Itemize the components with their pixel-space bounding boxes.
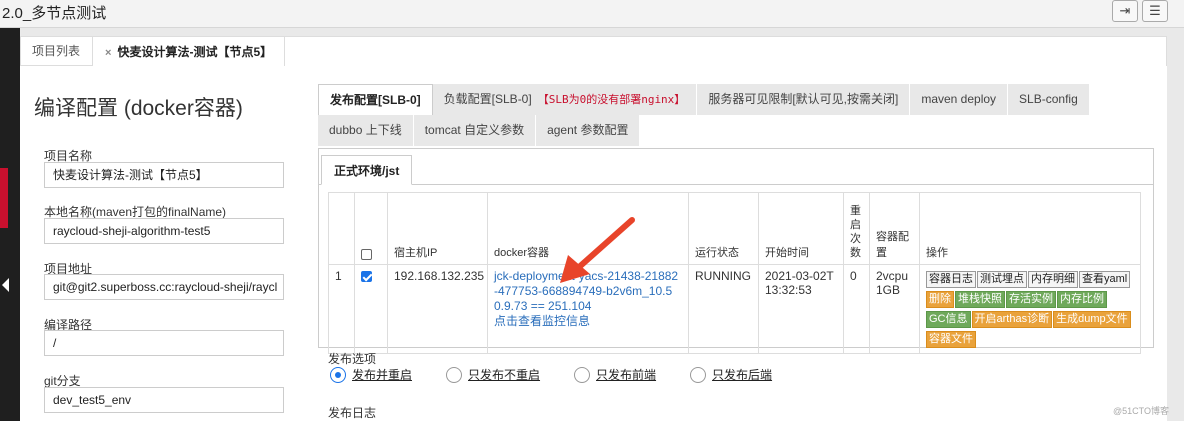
header-host-ip: 宿主机IP: [387, 192, 488, 265]
select-all-checkbox[interactable]: [361, 248, 372, 260]
header-docker: docker容器: [487, 192, 689, 265]
tab-env-jst[interactable]: 正式环境/jst: [321, 155, 413, 185]
container-log-button[interactable]: 容器日志: [926, 271, 976, 288]
config-tabs-row1: 发布配置[SLB-0] 负载配置[SLB-0] 【SLB为0的没有部署nginx】…: [318, 84, 1090, 115]
radio-publish-restart-label[interactable]: 发布并重启: [352, 366, 412, 383]
git-branch-field[interactable]: dev_test5_env: [44, 387, 284, 413]
project-name-field[interactable]: 快麦设计算法-测试【节点5】: [44, 162, 284, 188]
header-select: [354, 192, 388, 265]
memory-ratio-button[interactable]: 内存比例: [1057, 291, 1107, 308]
logout-icon[interactable]: ⇥: [1112, 0, 1138, 22]
project-tabs: 项目列表 × 快麦设计算法-测试【节点5】: [20, 36, 286, 68]
environment-tab-divider: [318, 184, 1154, 185]
delete-button[interactable]: 删除: [926, 291, 954, 308]
tab-tomcat-params[interactable]: tomcat 自定义参数: [413, 115, 537, 146]
monitor-link[interactable]: 点击查看监控信息: [494, 314, 682, 329]
row-start-time: 2021-03-02T13:32:53: [758, 264, 844, 354]
tab-project-list[interactable]: 项目列表: [20, 36, 93, 66]
radio-publish-no-restart-label[interactable]: 只发布不重启: [468, 366, 540, 383]
row-restarts: 0: [843, 264, 870, 354]
radio-backend-only[interactable]: [690, 366, 707, 383]
header-restarts: 重启次数: [843, 192, 870, 265]
close-icon[interactable]: ×: [105, 38, 111, 68]
menu-icon[interactable]: ☰: [1142, 0, 1168, 22]
config-tabs-row2: dubbo 上下线 tomcat 自定义参数 agent 参数配置: [318, 115, 641, 146]
test-trace-button[interactable]: 测试埋点: [977, 271, 1027, 288]
window-title: 2.0_多节点测试: [2, 5, 107, 22]
stack-snapshot-button[interactable]: 堆栈快照: [955, 291, 1005, 308]
gc-info-button[interactable]: GC信息: [926, 311, 971, 328]
docker-container-link[interactable]: jck-deployment-yacs-21438-21882-477753-6…: [494, 269, 682, 314]
tab-agent-params[interactable]: agent 参数配置: [536, 115, 641, 146]
local-name-field[interactable]: raycloud-sheji-algorithm-test5: [44, 218, 284, 244]
container-table: 宿主机IP docker容器 运行状态 开始时间 重启次数 容器配置 操作 1 …: [328, 192, 1141, 354]
row-status: RUNNING: [688, 264, 759, 354]
left-accent: [0, 168, 8, 228]
radio-backend-only-label[interactable]: 只发布后端: [712, 366, 772, 383]
radio-publish-restart[interactable]: [330, 366, 346, 383]
header-spec: 容器配置: [869, 192, 920, 265]
header-ops: 操作: [919, 192, 1141, 265]
live-instances-button[interactable]: 存活实例: [1006, 291, 1056, 308]
table-row: 1 192.168.132.235 jck-deployment-yacs-21…: [328, 264, 1141, 354]
right-frame: [1167, 28, 1184, 421]
row-select: [354, 264, 388, 354]
radio-frontend-only[interactable]: [574, 366, 591, 383]
radio-frontend-only-label[interactable]: 只发布前端: [596, 366, 656, 383]
radio-publish-no-restart[interactable]: [446, 366, 463, 383]
memory-detail-button[interactable]: 内存明细: [1028, 271, 1078, 288]
row-index: 1: [328, 264, 355, 354]
row-spec: 2vcpu 1GB: [869, 264, 920, 354]
collapse-arrow-icon[interactable]: [2, 278, 9, 292]
publish-options: 发布并重启 只发布不重启 只发布前端 只发布后端: [330, 366, 806, 383]
view-yaml-button[interactable]: 查看yaml: [1079, 271, 1131, 288]
left-frame: [0, 28, 20, 421]
tab-load-config[interactable]: 负载配置[SLB-0] 【SLB为0的没有部署nginx】: [432, 84, 698, 115]
tab-project-detail-label: 快麦设计算法-测试【节点5】: [117, 45, 273, 59]
dump-button[interactable]: 生成dump文件: [1053, 311, 1131, 328]
window-titlebar: 2.0_多节点测试 ⇥ ☰: [0, 0, 1184, 28]
publish-log-label: 发布日志: [328, 406, 377, 420]
header-status: 运行状态: [688, 192, 759, 265]
tab-project-detail[interactable]: × 快麦设计算法-测试【节点5】: [92, 36, 286, 68]
build-path-field[interactable]: /: [44, 330, 284, 356]
header-index: [328, 192, 355, 265]
header-start-time: 开始时间: [758, 192, 844, 265]
tab-load-config-label: 负载配置[SLB-0]: [443, 92, 532, 106]
project-url-field[interactable]: git@git2.superboss.cc:raycloud-sheji/ray…: [44, 274, 284, 300]
tab-load-config-warning: 【SLB为0的没有部署nginx】: [537, 93, 686, 106]
arthas-button[interactable]: 开启arthas诊断: [971, 311, 1053, 328]
publish-options-label: 发布选项: [328, 352, 377, 366]
tab-slb-config[interactable]: SLB-config: [1008, 84, 1090, 115]
watermark: @51CTO博客: [1113, 406, 1169, 416]
tab-publish-config[interactable]: 发布配置[SLB-0]: [318, 84, 433, 115]
page-title: 编译配置 (docker容器): [34, 97, 243, 120]
tab-server-visibility[interactable]: 服务器可见限制[默认可见,按需关闭]: [697, 84, 911, 115]
tab-dubbo[interactable]: dubbo 上下线: [318, 115, 414, 146]
row-docker: jck-deployment-yacs-21438-21882-477753-6…: [487, 264, 689, 354]
row-ops: 容器日志 测试埋点 内存明细 查看yaml 删除 堆栈快照 存活实例 内存比例 GC信息 开启ar…: [919, 264, 1141, 354]
table-header-row: 宿主机IP docker容器 运行状态 开始时间 重启次数 容器配置 操作: [328, 192, 1141, 265]
tab-maven-deploy[interactable]: maven deploy: [910, 84, 1009, 115]
row-checkbox[interactable]: [361, 271, 372, 283]
row-host-ip: 192.168.132.235: [387, 264, 488, 354]
container-files-button[interactable]: 容器文件: [926, 331, 976, 348]
